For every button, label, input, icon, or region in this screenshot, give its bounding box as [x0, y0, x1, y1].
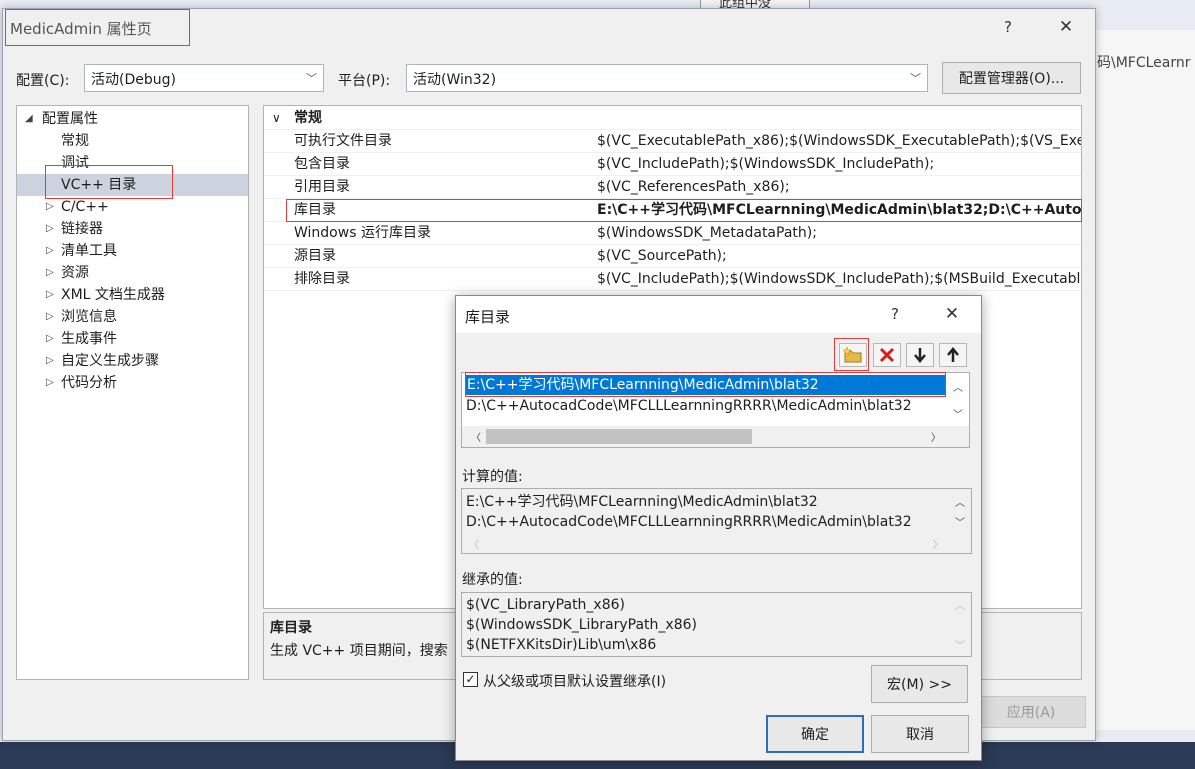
horizontal-scrollbar[interactable]: 〈 〉: [462, 426, 969, 447]
collapsed-triangle-icon: ▷: [46, 333, 54, 344]
scrollbar-thumb[interactable]: [486, 429, 752, 444]
computed-line: E:\C++学习代码\MFCLearnning\MedicAdmin\blat3…: [466, 494, 818, 510]
tree-selection-highlight: [45, 165, 173, 199]
window-title: MedicAdmin 属性页: [10, 20, 152, 38]
config-manager-button[interactable]: 配置管理器(O)...: [942, 62, 1081, 94]
grid-row[interactable]: 可执行文件目录 $(VC_ExecutablePath_x86);$(Window…: [264, 130, 1081, 153]
arrow-down-icon: [914, 348, 926, 363]
cancel-button[interactable]: 取消: [871, 715, 969, 753]
computed-line: D:\C++AutocadCode\MFCLLLearnningRRRR\Med…: [466, 514, 912, 530]
scroll-left-icon: 〈: [469, 540, 479, 551]
chevron-down-icon: ﹀: [306, 72, 317, 85]
tree-item-code-analysis[interactable]: ▷ 代码分析: [17, 372, 248, 394]
move-down-button[interactable]: [906, 343, 934, 367]
inherit-checkbox[interactable]: ✓: [463, 672, 478, 687]
grid-row[interactable]: 引用目录 $(VC_ReferencesPath_x86);: [264, 176, 1081, 199]
tree-item-linker[interactable]: ▷ 链接器: [17, 218, 248, 240]
scroll-right-icon[interactable]: 〉: [931, 429, 941, 444]
chevron-down-icon: ∨: [272, 111, 281, 125]
description-text: 生成 VC++ 项目期间，搜索: [270, 643, 448, 659]
tree-item-xml-doc[interactable]: ▷ XML 文档生成器: [17, 284, 248, 306]
grid-row[interactable]: 源目录 $(VC_SourcePath);: [264, 245, 1081, 268]
collapsed-triangle-icon: ▷: [46, 201, 54, 212]
platform-combo[interactable]: 活动(Win32) ﹀: [406, 64, 928, 92]
move-up-button[interactable]: [939, 343, 967, 367]
scroll-up-icon[interactable]: ︿: [955, 494, 965, 509]
apply-button[interactable]: 应用(A): [976, 696, 1086, 728]
tree-item-custom-build[interactable]: ▷ 自定义生成步骤: [17, 350, 248, 372]
grid-row[interactable]: Windows 运行库目录 $(WindowsSDK_MetadataPath);: [264, 222, 1081, 245]
config-combo[interactable]: 活动(Debug) ﹀: [84, 64, 324, 92]
scroll-right-icon: 〉: [933, 540, 943, 551]
collapsed-triangle-icon: ▷: [46, 377, 54, 388]
tree-item-c-cpp[interactable]: ▷ C/C++: [17, 196, 248, 218]
collapsed-triangle-icon: ▷: [46, 267, 54, 278]
scroll-down-icon[interactable]: ﹀: [955, 514, 965, 529]
collapsed-triangle-icon: ▷: [46, 355, 54, 366]
tree-item-browse-info[interactable]: ▷ 浏览信息: [17, 306, 248, 328]
tree-item-build-events[interactable]: ▷ 生成事件: [17, 328, 248, 350]
expanded-triangle-icon: ◢: [25, 113, 33, 124]
checkmark-icon: ✓: [465, 672, 476, 686]
close-button[interactable]: ✕: [1046, 17, 1086, 37]
dialog-title: 库目录: [465, 308, 511, 326]
inherited-line: $(WindowsSDK_LibraryPath_x86): [466, 617, 697, 633]
help-button[interactable]: ?: [988, 18, 1028, 36]
inherited-line: $(VC_LibraryPath_x86): [466, 597, 625, 613]
entry-highlight: [465, 372, 946, 397]
dialog-help-button[interactable]: ?: [875, 305, 915, 323]
config-label: 配置(C):: [16, 73, 70, 89]
scroll-up-icon[interactable]: ︿: [953, 379, 963, 394]
scroll-left-icon[interactable]: 〈: [471, 429, 481, 444]
scroll-up-icon: ︿: [955, 601, 965, 612]
tree-item-resources[interactable]: ▷ 资源: [17, 262, 248, 284]
grid-row[interactable]: 包含目录 $(VC_IncludePath);$(WindowsSDK_Inclu…: [264, 153, 1081, 176]
inherit-checkbox-label[interactable]: 从父级或项目默认设置继承(I): [483, 671, 666, 691]
inherited-values-box: $(VC_LibraryPath_x86) $(WindowsSDK_Libra…: [461, 592, 972, 657]
grid-row[interactable]: 排除目录 $(VC_IncludePath);$(WindowsSDK_Inclu…: [264, 268, 1081, 291]
delete-icon: [879, 347, 895, 363]
computed-label: 计算的值:: [462, 469, 523, 485]
inherited-label: 继承的值:: [462, 572, 523, 588]
scroll-down-icon: ﹀: [955, 641, 965, 652]
grid-row-highlight: [286, 199, 1082, 222]
dialog-close-button[interactable]: ✕: [932, 304, 972, 324]
list-item[interactable]: D:\C++AutocadCode\MFCLLLearnningRRRR\Med…: [466, 396, 912, 416]
collapsed-triangle-icon: ▷: [46, 245, 54, 256]
grid-section-header[interactable]: ∨ 常规: [264, 107, 1081, 130]
collapsed-triangle-icon: ▷: [46, 311, 54, 322]
macros-button[interactable]: 宏(M) >>: [871, 665, 968, 703]
tree-root[interactable]: ◢ 配置属性: [17, 108, 248, 130]
chevron-down-icon: ﹀: [910, 72, 921, 85]
arrow-up-icon: [947, 347, 959, 362]
background-right-text: 码\MFCLearnr: [1097, 55, 1191, 71]
config-combo-value: 活动(Debug): [91, 72, 176, 88]
ok-button[interactable]: 确定: [766, 715, 864, 753]
platform-label: 平台(P):: [338, 73, 391, 89]
collapsed-triangle-icon: ▷: [46, 223, 54, 234]
inherited-line: $(NETFXKitsDir)Lib\um\x86: [466, 637, 657, 653]
description-title: 库目录: [270, 620, 312, 636]
tree-item-manifest[interactable]: ▷ 清单工具: [17, 240, 248, 262]
new-line-highlight: [834, 338, 869, 371]
scroll-down-icon[interactable]: ﹀: [953, 406, 963, 421]
delete-button[interactable]: [873, 343, 901, 367]
collapsed-triangle-icon: ▷: [46, 289, 54, 300]
tree-item-general[interactable]: 常规: [17, 130, 248, 152]
computed-values-box: E:\C++学习代码\MFCLearnning\MedicAdmin\blat3…: [461, 488, 972, 554]
platform-combo-value: 活动(Win32): [413, 72, 497, 88]
background-right-panel: [1095, 30, 1195, 730]
